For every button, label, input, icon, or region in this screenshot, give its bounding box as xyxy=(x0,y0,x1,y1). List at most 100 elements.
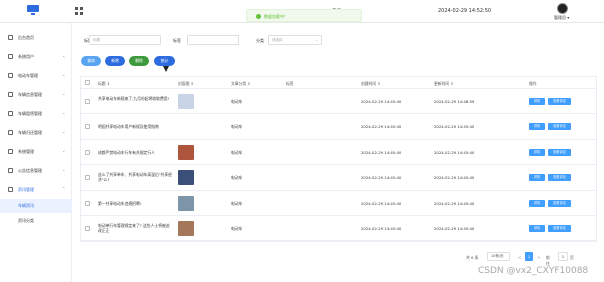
folder-icon xyxy=(8,130,13,135)
table-row: 电动单行车管理规定来了? 这些人士将被迫改正正 电动车 2024-02-29 1… xyxy=(81,216,596,242)
detail-button[interactable]: 详情 xyxy=(529,224,545,232)
view-comments-button[interactable]: 查看评论 xyxy=(548,98,571,105)
sidebar-item-label: 后台首页 xyxy=(18,35,34,40)
total-count: 共 6 条 xyxy=(466,255,479,260)
current-datetime: 2024-02-29 14:52:50 xyxy=(438,8,492,14)
header-action: 操作 xyxy=(529,80,537,86)
sidebar-item-label: 系统管理 xyxy=(18,149,34,154)
news-table: 标题 ⇕ 封面图 ⇕ 文章分类 ⇕ 标签 创建时间 ⇕ 更新时间 ⇕ 操作 共享… xyxy=(80,76,597,243)
main-content: 标题 标题 标签 分类 请选择 ⌄ 查询 新增 删除 统计 标题 ⇕ 封面图 ⇕… xyxy=(73,23,604,282)
sidebar-item-home[interactable]: 后台首页 xyxy=(0,30,72,46)
sidebar-item-label: 车辆信息管理 xyxy=(18,92,42,97)
row-title: 成都严禁电动车行车有关规定行人 xyxy=(98,149,155,155)
sidebar-item-label: 公告信息管理 xyxy=(18,168,42,173)
table-header: 标题 ⇕ 封面图 ⇕ 文章分类 ⇕ 标签 创建时间 ⇕ 更新时间 ⇕ 操作 xyxy=(81,77,596,89)
header-image[interactable]: 封面图 ⇕ xyxy=(178,81,194,87)
chevron-down-icon: ⌄ xyxy=(315,38,318,42)
row-category: 电动车 xyxy=(231,175,243,181)
sidebar-item-label: 系统用户 xyxy=(18,54,34,59)
sidebar-subitem-news-category[interactable]: 资讯分类 xyxy=(0,214,72,228)
row-category: 电动车 xyxy=(231,99,243,104)
view-comments-button[interactable]: 查看评论 xyxy=(548,224,571,232)
sidebar-subitem-vehicle-news[interactable]: 车辆资讯 xyxy=(0,199,72,213)
user-icon xyxy=(8,54,13,59)
row-cover-image xyxy=(178,170,194,186)
row-checkbox[interactable] xyxy=(85,200,90,206)
mouse-cursor-icon xyxy=(163,66,169,72)
row-create-time: 2024-02-29 14:45:40 xyxy=(361,149,402,155)
chevron-down-icon: ⌄ xyxy=(62,167,66,172)
bell-icon xyxy=(8,168,13,173)
detail-button[interactable]: 详情 xyxy=(529,199,545,207)
chevron-down-icon: ⌄ xyxy=(62,91,66,96)
watermark: CSDN @vx2_CXYF10088 xyxy=(478,266,589,276)
view-comments-button[interactable]: 查看评论 xyxy=(548,199,571,207)
detail-button[interactable]: 详情 xyxy=(529,123,545,131)
table-row: 这么了共享单车、共享电动车高温后"共享经济"么? 电动车 2024-02-29 … xyxy=(81,165,596,191)
gear-icon xyxy=(8,149,13,154)
search-button[interactable]: 查询 xyxy=(81,56,101,66)
row-update-time: 2024-02-29 14:45:40 xyxy=(434,124,475,130)
check-circle-icon xyxy=(256,13,261,19)
document-icon xyxy=(8,187,13,192)
menu-grid-icon[interactable] xyxy=(75,7,83,15)
category-select[interactable]: 请选择 ⌄ xyxy=(268,35,322,45)
sidebar-item-ebike[interactable]: 电动车管理 ⌄ xyxy=(0,68,72,84)
user-menu[interactable]: 管理员 ▾ xyxy=(554,15,569,21)
detail-button[interactable]: 详情 xyxy=(529,148,545,156)
row-create-time: 2024-02-29 14:45:40 xyxy=(361,124,402,130)
row-checkbox[interactable] xyxy=(85,149,90,155)
sidebar-subitem-label: 资讯分类 xyxy=(18,218,34,223)
row-update-time: 2024-02-29 14:45:40 xyxy=(434,200,475,206)
sidebar-item-notice[interactable]: 公告信息管理 ⌄ xyxy=(0,163,72,179)
folder-icon xyxy=(8,111,13,116)
add-button[interactable]: 新增 xyxy=(105,56,125,66)
header-update-time[interactable]: 更新时间 ⇕ xyxy=(434,81,454,87)
row-update-time: 2024-02-29 14:45:40 xyxy=(434,225,475,231)
header-create-time[interactable]: 创建时间 ⇕ xyxy=(361,81,381,87)
sidebar-item-return[interactable]: 车辆归还管理 ⌄ xyxy=(0,125,72,141)
view-comments-button[interactable]: 查看评论 xyxy=(548,148,571,156)
view-comments-button[interactable]: 查看评论 xyxy=(548,123,571,131)
sidebar-item-users[interactable]: 系统用户 ⌄ xyxy=(0,49,72,65)
home-icon xyxy=(8,35,13,40)
tag-search-input[interactable] xyxy=(187,35,239,45)
page-suffix-label: 页 xyxy=(570,255,574,260)
row-checkbox[interactable] xyxy=(85,99,90,104)
detail-button[interactable]: 详情 xyxy=(529,174,545,182)
header-category[interactable]: 文章分类 ⇕ xyxy=(231,81,251,87)
page-number-current[interactable]: 1 xyxy=(525,252,533,261)
chevron-down-icon: ⌄ xyxy=(62,53,66,58)
row-category: 电动车 xyxy=(231,124,243,130)
folder-icon xyxy=(8,92,13,97)
header-title[interactable]: 标题 ⇕ xyxy=(98,81,110,87)
detail-button[interactable]: 详情 xyxy=(529,98,545,105)
page-size-select[interactable]: 10条/页 xyxy=(487,252,510,261)
next-page-button[interactable]: > xyxy=(537,255,540,260)
select-all-checkbox[interactable] xyxy=(85,80,90,85)
row-checkbox[interactable] xyxy=(85,225,90,231)
chevron-down-icon: ⌄ xyxy=(62,129,66,134)
table-row: 第一共享电动车违规招聘! 电动车 2024-02-29 14:45:40 202… xyxy=(81,191,596,216)
stat-button[interactable]: 统计 xyxy=(154,56,175,66)
sidebar-item-news[interactable]: 资讯管理 ⌃ xyxy=(0,182,72,198)
row-checkbox[interactable] xyxy=(85,124,90,130)
row-title: 这么了共享单车、共享电动车高温后"共享经济"么? xyxy=(98,172,172,183)
delete-button[interactable]: 删除 xyxy=(129,56,149,66)
sidebar-item-label: 电动车管理 xyxy=(18,73,38,78)
row-cover-image xyxy=(178,144,194,160)
row-category: 电动车 xyxy=(231,149,243,155)
row-checkbox[interactable] xyxy=(85,175,90,181)
sidebar-item-system[interactable]: 系统管理 ⌄ xyxy=(0,144,72,160)
sidebar-item-vehicle-info[interactable]: 车辆信息管理 ⌄ xyxy=(0,87,72,103)
goto-page-input[interactable]: 1 xyxy=(558,252,568,261)
row-create-time: 2024-02-29 14:45:40 xyxy=(361,99,402,104)
row-category: 电动车 xyxy=(231,200,243,206)
title-search-input[interactable]: 标题 xyxy=(89,35,161,45)
chevron-up-icon: ⌃ xyxy=(62,186,66,191)
prev-page-button[interactable]: < xyxy=(518,255,521,260)
chevron-down-icon: ⌄ xyxy=(62,110,66,115)
view-comments-button[interactable]: 查看评论 xyxy=(548,174,571,182)
sidebar-item-rental[interactable]: 车辆租赁管理 ⌄ xyxy=(0,106,72,122)
avatar[interactable] xyxy=(557,3,568,14)
